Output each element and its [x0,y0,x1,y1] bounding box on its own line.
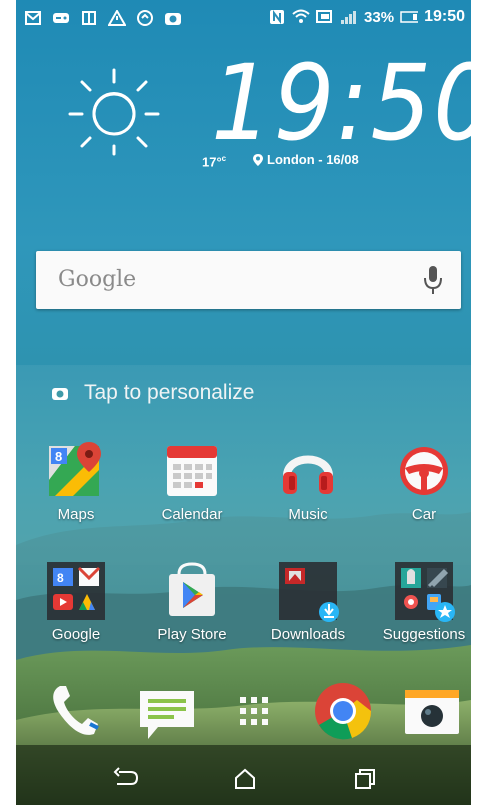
app-label: Maps [57,506,95,523]
signal-icon [340,8,358,26]
camera-icon [52,388,68,400]
app-suggestions-folder[interactable]: Suggestions [374,560,471,643]
camera-icon [164,9,182,27]
battery-icon [400,8,419,26]
warning-icon [108,9,126,27]
calendar-icon [161,440,223,502]
app-downloads-folder[interactable]: Downloads [258,560,358,643]
home-screen: 33% 19:50 19:50 17°c London - 16/08 Goog… [16,0,471,805]
battery-percent: 33% [364,8,395,26]
app-label: Music [288,506,328,523]
suggestions-folder-icon [393,560,455,622]
svg-text:8: 8 [57,571,64,585]
app-label: Car [411,506,437,523]
cast-icon [316,8,334,26]
temperature-unit: c [221,154,227,163]
navigation-bar [16,750,471,805]
steering-wheel-icon [393,440,455,502]
app-label: Downloads [270,626,346,643]
downloads-folder-icon [277,560,339,622]
back-icon[interactable] [111,764,141,794]
app-label: Suggestions [382,626,466,643]
personalize-prompt[interactable]: Tap to personalize [52,381,254,405]
app-label: Play Store [157,626,227,643]
location-text: London - 16/08 [267,152,359,167]
app-google-folder[interactable]: 8 Google [26,560,126,643]
chrome-icon[interactable] [312,680,374,742]
app-label: Calendar [161,506,223,523]
wifi-icon [292,8,310,26]
sync-icon [136,9,154,27]
nfc-icon [268,8,286,26]
app-play-store[interactable]: Play Store [142,560,242,643]
phone-icon[interactable] [46,680,108,742]
google-folder-icon: 8 [45,560,107,622]
location: London - 16/08 [252,152,359,167]
play-store-icon [161,560,223,622]
camera-app-icon[interactable] [401,682,463,744]
search-input[interactable]: Google [58,267,136,292]
headphones-icon [277,440,339,502]
app-drawer-icon[interactable] [223,680,285,742]
maps-icon: 8 [45,440,107,502]
app-maps[interactable]: 8 Maps [26,440,126,523]
status-bar: 33% 19:50 [16,0,471,38]
home-icon[interactable] [230,764,260,794]
app-label: Google [51,626,101,643]
temperature: 17°c [202,154,226,169]
google-search-bar[interactable]: Google [36,251,461,309]
sun-icon[interactable] [64,62,160,158]
app-music[interactable]: Music [258,440,358,523]
status-time: 19:50 [424,8,465,25]
clock-time[interactable]: 19:50 [211,42,471,164]
temperature-value: 17° [202,154,222,170]
recents-icon[interactable] [350,764,380,794]
app-car[interactable]: Car [374,440,471,523]
svg-text:8: 8 [55,449,62,464]
location-pin-icon [253,153,263,166]
gamepad-icon [52,9,70,27]
gmail-icon [24,9,42,27]
mic-icon[interactable] [423,264,443,296]
app-calendar[interactable]: Calendar [142,440,242,523]
messages-icon[interactable] [136,685,198,747]
personalize-label: Tap to personalize [84,381,255,404]
book-icon [80,9,98,27]
